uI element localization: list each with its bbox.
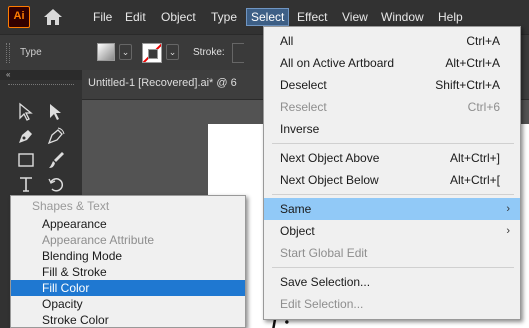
illustrator-logo: Ai <box>8 6 30 28</box>
menu-item-next-object-above[interactable]: Next Object Above Alt+Ctrl+] <box>264 147 520 169</box>
toolbar-collapse-button[interactable]: « <box>0 70 82 80</box>
menu-item-reselect[interactable]: Reselect Ctrl+6 <box>264 96 520 118</box>
stroke-weight-stepper[interactable] <box>232 43 244 63</box>
toolbox-grip[interactable] <box>8 84 74 90</box>
menu-effect[interactable]: Effect <box>293 8 331 26</box>
submenu-arrow-icon: › <box>506 203 510 215</box>
rotate-tool-icon[interactable] <box>46 174 66 194</box>
menu-select[interactable]: Select <box>246 8 290 26</box>
document-tab[interactable]: Untitled-1 [Recovered].ai* @ 6 <box>88 77 237 89</box>
direct-selection-tool-icon[interactable] <box>46 102 66 122</box>
menu-help[interactable]: Help <box>434 8 467 26</box>
rectangle-tool-icon[interactable] <box>16 150 36 170</box>
submenu-arrow-icon: › <box>506 225 510 237</box>
menu-separator <box>272 194 514 195</box>
submenu-item-opacity[interactable]: Opacity <box>11 296 245 312</box>
menu-type[interactable]: Type <box>207 8 241 26</box>
menu-item-next-object-below[interactable]: Next Object Below Alt+Ctrl+[ <box>264 169 520 191</box>
menu-object[interactable]: Object <box>157 8 200 26</box>
panel-grip[interactable] <box>6 43 10 63</box>
submenu-item-stroke-color[interactable]: Stroke Color <box>11 312 245 327</box>
paintbrush-tool-icon[interactable] <box>46 150 66 170</box>
pen-tool-icon[interactable] <box>16 126 36 146</box>
select-menu: All Ctrl+A All on Active Artboard Alt+Ct… <box>263 26 521 320</box>
same-submenu: Shapes & Text Appearance Appearance Attr… <box>10 195 246 328</box>
submenu-item-appearance-attribute[interactable]: Appearance Attribute <box>11 232 245 248</box>
menu-item-edit-selection[interactable]: Edit Selection... <box>264 293 520 315</box>
fill-dropdown-icon[interactable]: ⌄ <box>119 44 132 60</box>
menu-view[interactable]: View <box>338 8 372 26</box>
menu-separator <box>272 143 514 144</box>
submenu-group-shapes-text: Shapes & Text <box>32 199 110 213</box>
menu-item-object[interactable]: Object › <box>264 220 520 242</box>
menu-item-same[interactable]: Same › <box>264 198 520 220</box>
fill-swatch[interactable] <box>97 43 115 61</box>
menu-separator <box>272 267 514 268</box>
menu-item-inverse[interactable]: Inverse <box>264 118 520 140</box>
menu-item-all[interactable]: All Ctrl+A <box>264 30 520 52</box>
submenu-item-appearance[interactable]: Appearance <box>11 216 245 232</box>
submenu-item-fill-color[interactable]: Fill Color <box>11 280 245 296</box>
menu-item-start-global-edit[interactable]: Start Global Edit <box>264 242 520 264</box>
submenu-item-fill-stroke[interactable]: Fill & Stroke <box>11 264 245 280</box>
menu-file[interactable]: File <box>89 8 116 26</box>
selection-tool-icon[interactable] <box>16 102 36 122</box>
home-icon[interactable] <box>42 7 64 27</box>
stroke-swatch[interactable] <box>142 43 162 63</box>
type-label: Type <box>20 47 42 58</box>
menu-window[interactable]: Window <box>377 8 428 26</box>
menu-item-save-selection[interactable]: Save Selection... <box>264 271 520 293</box>
stroke-dropdown-icon[interactable]: ⌄ <box>166 44 179 60</box>
curvature-tool-icon[interactable] <box>46 126 66 146</box>
menu-item-all-on-active-artboard[interactable]: All on Active Artboard Alt+Ctrl+A <box>264 52 520 74</box>
submenu-item-blending-mode[interactable]: Blending Mode <box>11 248 245 264</box>
menu-item-deselect[interactable]: Deselect Shift+Ctrl+A <box>264 74 520 96</box>
menu-edit[interactable]: Edit <box>121 8 150 26</box>
type-tool-icon[interactable] <box>16 174 36 194</box>
stroke-label: Stroke: <box>193 47 225 58</box>
